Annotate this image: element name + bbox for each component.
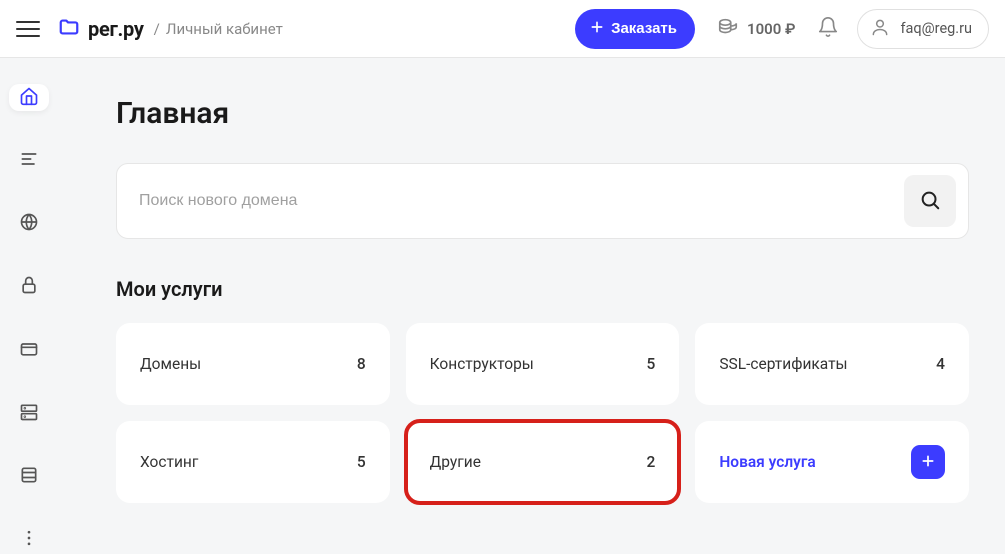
service-label: Конструкторы [430,355,534,373]
add-service-button[interactable] [911,445,945,479]
service-card-domains[interactable]: Домены 8 [116,323,390,405]
sidebar-item-billing[interactable] [9,337,49,364]
plus-icon [589,19,605,39]
order-button[interactable]: Заказать [575,9,695,49]
service-count: 2 [647,453,656,471]
section-title: Мои услуги [116,277,969,301]
search-button[interactable] [904,175,956,227]
user-menu[interactable]: faq@reg.ru [857,9,989,49]
service-label: Домены [140,355,201,373]
logo[interactable]: рег.ру [58,16,144,42]
plus-icon [920,453,936,472]
page-title: Главная [116,96,969,131]
coins-icon [717,16,739,42]
service-card-constructors[interactable]: Конструкторы 5 [406,323,680,405]
bell-icon [817,23,839,42]
sidebar-item-list[interactable] [9,147,49,174]
services-grid: Домены 8 Конструкторы 5 SSL-сертификаты … [116,323,969,503]
more-icon [19,528,39,552]
balance[interactable]: 1000 ₽ [717,16,795,42]
service-card-other[interactable]: Другие 2 [406,421,680,503]
sidebar-item-more[interactable] [9,527,49,554]
service-count: 8 [357,355,366,373]
order-button-label: Заказать [611,20,677,37]
folder-icon [58,16,80,42]
sidebar-item-server[interactable] [9,400,49,427]
breadcrumb: Личный кабинет [166,20,283,38]
user-icon [870,17,890,41]
home-icon [19,86,39,110]
notifications[interactable] [817,16,839,42]
logo-text: рег.ру [88,17,144,41]
service-card-new[interactable]: Новая услуга [695,421,969,503]
sidebar-item-storage[interactable] [9,464,49,491]
search-input[interactable] [139,192,904,210]
service-card-hosting[interactable]: Хостинг 5 [116,421,390,503]
service-label: Хостинг [140,453,198,471]
sidebar-item-home[interactable] [9,84,49,111]
sidebar-item-lock[interactable] [9,274,49,301]
service-label: Другие [430,453,481,471]
balance-amount: 1000 ₽ [747,20,795,38]
service-label: SSL-сертификаты [719,355,847,373]
service-card-ssl[interactable]: SSL-сертификаты 4 [695,323,969,405]
service-count: 5 [357,453,366,471]
lock-icon [19,275,39,299]
content: Главная Мои услуги Домены 8 Конструкторы… [58,58,1005,554]
sidebar-item-globe[interactable] [9,211,49,238]
domain-search [116,163,969,239]
topbar: рег.ру / Личный кабинет Заказать 1000 ₽ … [0,0,1005,58]
breadcrumb-separator: / [154,20,160,38]
card-icon [19,339,39,363]
globe-icon [19,212,39,236]
service-count: 4 [936,355,945,373]
server-icon [19,402,39,426]
search-icon [919,189,941,214]
service-count: 5 [647,355,656,373]
list-icon [19,149,39,173]
new-service-label: Новая услуга [719,453,815,471]
sidebar [0,58,58,554]
menu-toggle[interactable] [16,17,40,41]
storage-icon [19,465,39,489]
user-email: faq@reg.ru [900,20,972,37]
